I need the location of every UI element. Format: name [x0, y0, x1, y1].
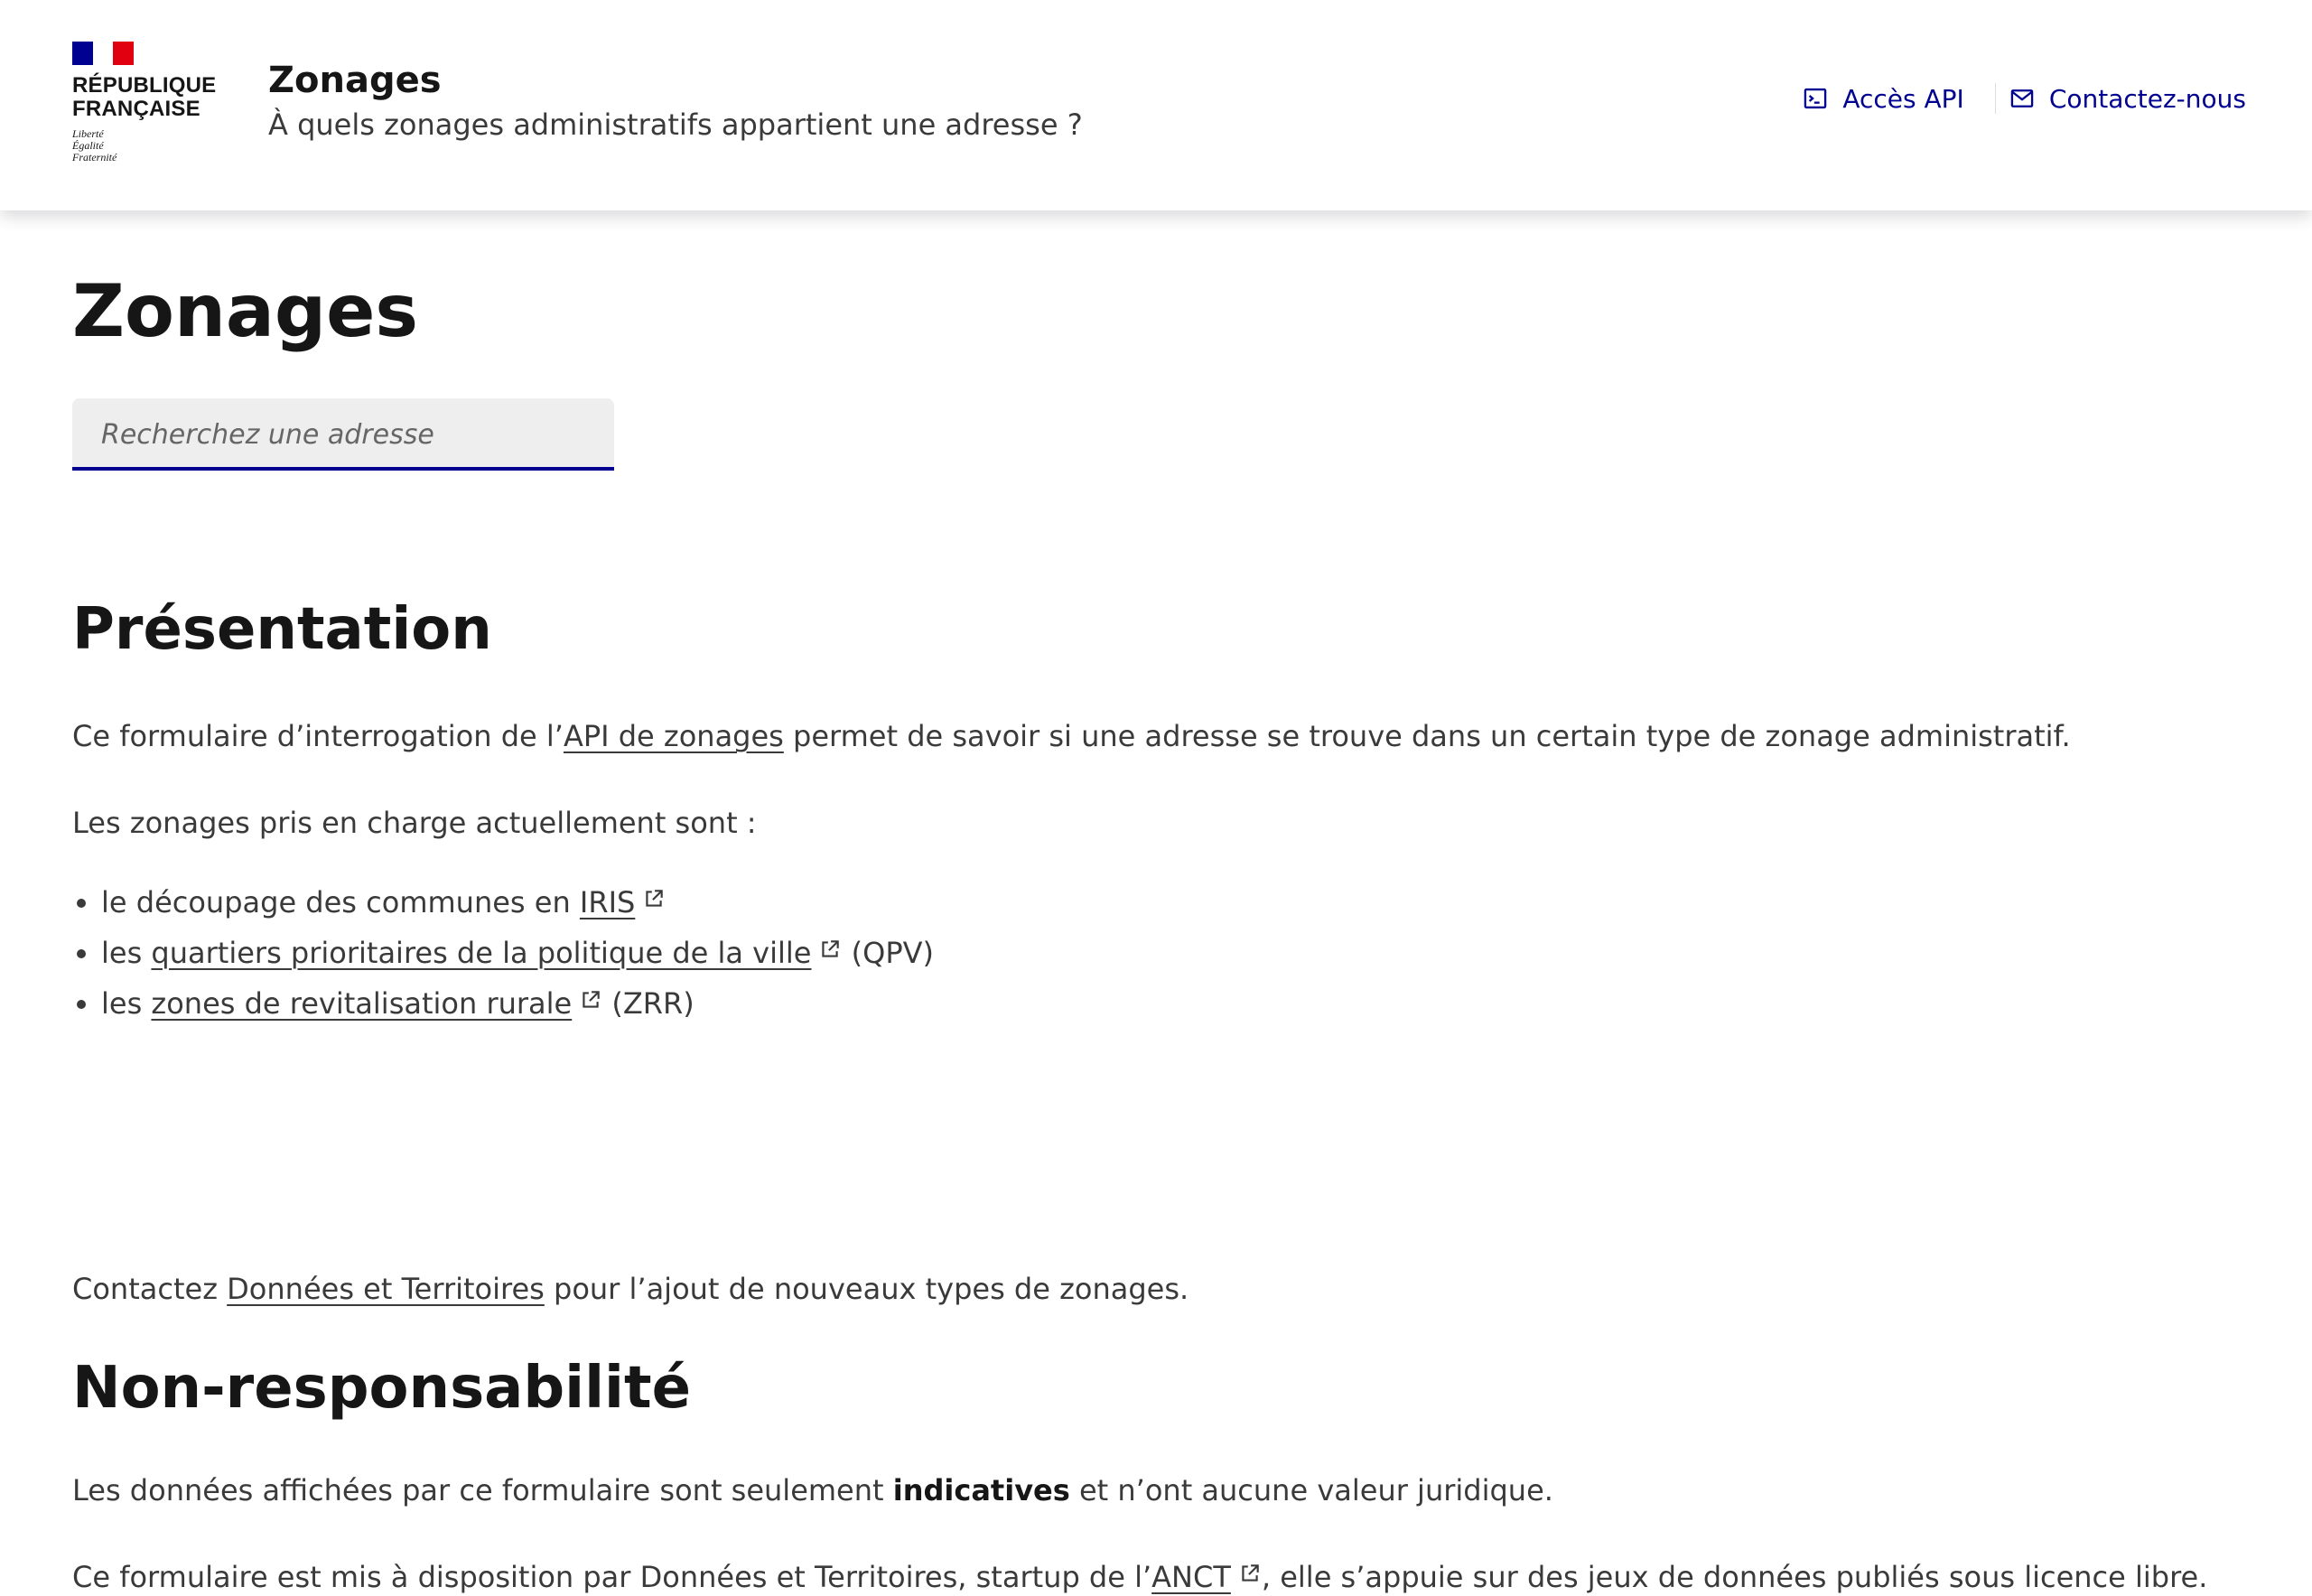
- disclaimer2-text-after: , elle s’appuie sur des jeux de données …: [1261, 1560, 2208, 1594]
- disclaimer-heading: Non-responsabilité: [72, 1355, 691, 1422]
- list-item-text: les: [101, 986, 152, 1021]
- logo-text: RÉPUBLIQUE FRANÇAISE: [72, 74, 217, 121]
- external-link-icon: [583, 991, 600, 1008]
- header-tools: Accès API Contactez-nous: [1803, 83, 2246, 114]
- header-divider: [1994, 83, 1996, 114]
- terminal-icon: [1804, 88, 1827, 109]
- anct-link-label: ANCT: [1151, 1560, 1231, 1594]
- presentation-heading: Présentation: [72, 596, 492, 663]
- french-flag-icon: [72, 42, 135, 65]
- intro-text-before: Ce formulaire d’interrogation de l’: [72, 719, 564, 753]
- page-title: Zonages: [72, 269, 419, 353]
- indicatives-emphasis: indicatives: [892, 1473, 1070, 1507]
- motto-fraternite: Fraternité: [72, 151, 117, 163]
- list-item-text: le découpage des communes en: [101, 885, 580, 919]
- qpv-link[interactable]: quartiers prioritaires de la politique d…: [151, 936, 842, 970]
- disclaimer-text-before: Les données affichées par ce formulaire …: [72, 1473, 893, 1507]
- republique-francaise-logo[interactable]: RÉPUBLIQUE FRANÇAISE Liberté Égalité Fra…: [72, 42, 217, 163]
- logo-line-1: RÉPUBLIQUE: [72, 73, 217, 98]
- list-item-suffix: (ZRR): [602, 986, 695, 1021]
- external-link-icon: [1242, 1564, 1259, 1582]
- disclaimer-paragraph-2: Ce formulaire est mis à disposition par …: [72, 1558, 2207, 1596]
- qpv-link-label: quartiers prioritaires de la politique d…: [151, 936, 812, 970]
- mail-icon: [2010, 89, 2034, 107]
- zones-list: le découpage des communes en IRIS les qu…: [72, 877, 934, 1029]
- list-item-suffix: (QPV): [842, 936, 934, 970]
- logo-line-2: FRANÇAISE: [72, 97, 200, 121]
- site-header: RÉPUBLIQUE FRANÇAISE Liberté Égalité Fra…: [0, 0, 2312, 210]
- intro-text-after: permet de savoir si une adresse se trouv…: [783, 719, 2071, 753]
- service-title[interactable]: Zonages: [268, 60, 1083, 101]
- presentation-intro: Ce formulaire d’interrogation de l’API d…: [72, 717, 2071, 755]
- external-link-icon: [646, 890, 664, 907]
- address-search-input[interactable]: [72, 398, 614, 471]
- logo-motto: Liberté Égalité Fraternité: [72, 128, 217, 163]
- api-access-link[interactable]: Accès API: [1803, 83, 1964, 114]
- disclaimer2-text-before: Ce formulaire est mis à disposition par …: [72, 1560, 1152, 1594]
- contact-text-after: pour l’ajout de nouveaux types de zonage…: [544, 1272, 1189, 1306]
- service-brand[interactable]: Zonages À quels zonages administratifs a…: [268, 60, 1083, 143]
- donnees-territoires-link[interactable]: Données et Territoires: [227, 1272, 545, 1306]
- external-link-icon: [822, 940, 840, 957]
- list-item-text: les: [101, 936, 152, 970]
- contact-paragraph: Contactez Données et Territoires pour l’…: [72, 1270, 1189, 1308]
- contact-label: Contactez-nous: [2048, 83, 2246, 114]
- disclaimer-paragraph-1: Les données affichées par ce formulaire …: [72, 1471, 1553, 1509]
- disclaimer-text-after: et n’ont aucune valeur juridique.: [1069, 1473, 1553, 1507]
- contact-text-before: Contactez: [72, 1272, 228, 1306]
- api-access-label: Accès API: [1842, 83, 1964, 114]
- list-item: les quartiers prioritaires de la politiq…: [101, 928, 934, 978]
- zrr-link[interactable]: zones de revitalisation rurale: [151, 986, 602, 1021]
- anct-link[interactable]: ANCT: [1151, 1560, 1262, 1594]
- zrr-link-label: zones de revitalisation rurale: [151, 986, 573, 1021]
- iris-link-label: IRIS: [579, 885, 636, 919]
- iris-link[interactable]: IRIS: [580, 885, 666, 919]
- zones-list-intro: Les zonages pris en charge actuellement …: [72, 806, 757, 840]
- list-item: le découpage des communes en IRIS: [101, 877, 934, 928]
- service-tagline: À quels zonages administratifs appartien…: [268, 107, 1083, 142]
- list-item: les zones de revitalisation rurale (ZRR): [101, 978, 934, 1029]
- contact-link[interactable]: Contactez-nous: [2009, 84, 2246, 114]
- api-zonages-link[interactable]: API de zonages: [564, 719, 784, 753]
